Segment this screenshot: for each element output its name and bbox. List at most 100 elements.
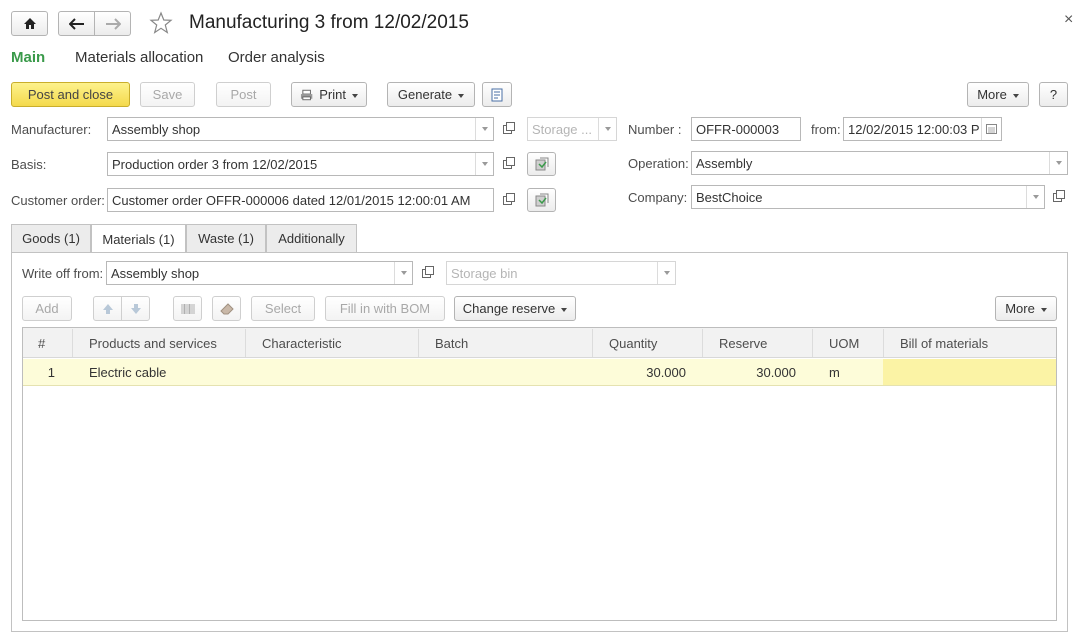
arrow-down-icon — [130, 303, 141, 314]
add-button[interactable]: Add — [22, 296, 72, 321]
move-down-button[interactable] — [121, 296, 150, 321]
eraser-icon — [219, 302, 234, 314]
customer-order-label: Customer order: — [11, 193, 105, 208]
chevron-down-icon[interactable] — [1026, 186, 1044, 208]
basis-label: Basis: — [11, 157, 47, 172]
manufacturer-field[interactable]: Assembly shop — [107, 117, 494, 141]
more-button[interactable]: More — [967, 82, 1029, 107]
col-header-quantity[interactable]: Quantity — [592, 329, 703, 357]
change-reserve-label: Change reserve — [463, 301, 568, 316]
tab-waste[interactable]: Waste (1) — [186, 224, 266, 252]
operation-field[interactable]: Assembly — [691, 151, 1068, 175]
arrow-right-icon — [105, 17, 121, 30]
open-manufacturer-button[interactable] — [498, 117, 516, 141]
open-icon — [1052, 189, 1065, 202]
open-customer-order-button[interactable] — [498, 188, 516, 212]
cell-product: Electric cable — [89, 364, 167, 380]
storage-field[interactable]: Storage ... — [527, 117, 617, 141]
page-title: Manufacturing 3 from 12/02/2015 — [189, 12, 469, 33]
select-button[interactable]: Select — [251, 296, 315, 321]
storage-bin-placeholder: Storage bin — [451, 265, 518, 281]
home-button[interactable] — [11, 11, 48, 36]
company-field[interactable]: BestChoice — [691, 185, 1045, 209]
move-up-button[interactable] — [93, 296, 122, 321]
open-icon — [421, 265, 434, 278]
open-basis-button[interactable] — [498, 152, 516, 176]
basis-value: Production order 3 from 12/02/2015 — [112, 156, 318, 172]
barcode-button[interactable] — [173, 296, 202, 321]
customer-order-field[interactable]: Customer order OFFR-000006 dated 12/01/2… — [107, 188, 494, 212]
back-button[interactable] — [58, 11, 95, 36]
chevron-down-icon[interactable] — [657, 262, 675, 284]
cell-quantity: 30.000 — [646, 364, 686, 380]
generate-label: Generate — [398, 87, 464, 102]
col-header-num[interactable]: # — [23, 329, 73, 357]
generate-button[interactable]: Generate — [387, 82, 475, 107]
chevron-down-icon[interactable] — [1049, 152, 1067, 174]
eraser-button[interactable] — [212, 296, 241, 321]
favorite-star-icon[interactable] — [149, 11, 173, 35]
arrow-left-icon — [68, 17, 84, 30]
fill-document-icon — [535, 193, 548, 207]
chevron-down-icon[interactable] — [475, 118, 493, 140]
tab-goods[interactable]: Goods (1) — [11, 224, 91, 252]
fill-by-basis-button[interactable] — [527, 152, 556, 176]
fill-document-icon — [535, 157, 548, 171]
nav-tab-materials-allocation[interactable]: Materials allocation — [75, 49, 203, 66]
tab-materials[interactable]: Materials (1) — [91, 224, 186, 253]
calendar-icon[interactable] — [981, 118, 1001, 140]
from-label: from: — [811, 122, 841, 137]
save-button[interactable]: Save — [140, 82, 195, 107]
printer-icon — [300, 89, 313, 100]
post-and-close-button[interactable]: Post and close — [11, 82, 130, 107]
fill-bom-button[interactable]: Fill in with BOM — [325, 296, 445, 321]
nav-tab-order-analysis[interactable]: Order analysis — [228, 49, 325, 66]
basis-field[interactable]: Production order 3 from 12/02/2015 — [107, 152, 494, 176]
post-button[interactable]: Post — [216, 82, 271, 107]
print-label: Print — [319, 87, 358, 102]
materials-more-button[interactable]: More — [995, 296, 1057, 321]
manufacturer-value: Assembly shop — [112, 121, 201, 137]
date-value: 12/02/2015 12:00:03 P — [848, 121, 980, 137]
col-header-reserve[interactable]: Reserve — [702, 329, 813, 357]
open-write-off-button[interactable] — [417, 261, 435, 285]
change-reserve-button[interactable]: Change reserve — [454, 296, 576, 321]
chevron-down-icon[interactable] — [475, 153, 493, 175]
more-label: More — [977, 87, 1019, 102]
help-button[interactable]: ? — [1039, 82, 1068, 107]
col-header-products[interactable]: Products and services — [72, 329, 246, 357]
open-icon — [502, 192, 515, 205]
operation-value: Assembly — [696, 155, 753, 171]
write-off-field[interactable]: Assembly shop — [106, 261, 413, 285]
date-field[interactable]: 12/02/2015 12:00:03 P — [843, 117, 1002, 141]
close-icon[interactable]: × — [1064, 11, 1073, 29]
col-header-characteristic[interactable]: Characteristic — [245, 329, 419, 357]
fill-by-order-button[interactable] — [527, 188, 556, 212]
arrow-up-icon — [102, 303, 113, 314]
chevron-down-icon[interactable] — [598, 118, 616, 140]
customer-order-value: Customer order OFFR-000006 dated 12/01/2… — [112, 192, 471, 208]
cell-uom: m — [829, 364, 840, 380]
open-icon — [502, 156, 515, 169]
storage-placeholder: Storage ... — [532, 121, 592, 137]
open-company-button[interactable] — [1048, 185, 1066, 209]
col-header-bom[interactable]: Bill of materials — [883, 329, 1056, 357]
manufacturer-label: Manufacturer: — [11, 122, 92, 137]
col-header-batch[interactable]: Batch — [418, 329, 593, 357]
nav-tab-main[interactable]: Main — [11, 49, 45, 66]
operation-label: Operation: — [628, 156, 689, 171]
company-label: Company: — [628, 190, 688, 205]
col-header-uom[interactable]: UOM — [812, 329, 884, 357]
number-value: OFFR-000003 — [696, 121, 780, 137]
print-button[interactable]: Print — [291, 82, 367, 107]
open-icon — [502, 121, 515, 134]
tab-additionally[interactable]: Additionally — [266, 224, 357, 252]
chevron-down-icon[interactable] — [394, 262, 412, 284]
write-off-value: Assembly shop — [111, 265, 200, 281]
report-button[interactable] — [482, 82, 512, 107]
company-value: BestChoice — [696, 189, 763, 205]
storage-bin-field[interactable]: Storage bin — [446, 261, 676, 285]
number-field[interactable]: OFFR-000003 — [691, 117, 801, 141]
cell-num: 1 — [47, 364, 55, 380]
forward-button[interactable] — [94, 11, 131, 36]
